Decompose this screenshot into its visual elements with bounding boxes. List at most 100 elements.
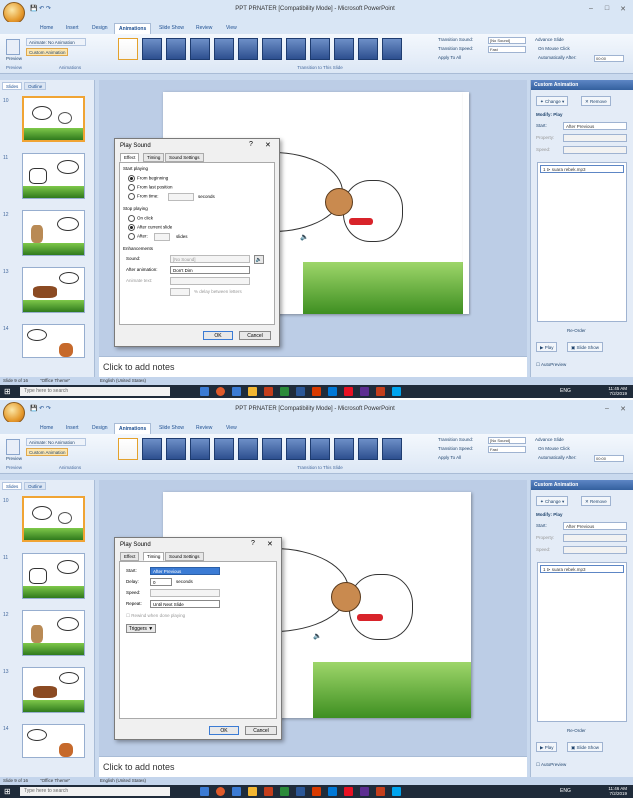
- app-icon[interactable]: [360, 387, 369, 396]
- slide-thumbnail[interactable]: [22, 153, 85, 199]
- task-view-icon[interactable]: [200, 787, 209, 796]
- dialog-close-button[interactable]: ✕: [267, 540, 273, 548]
- office-button[interactable]: [3, 2, 25, 24]
- tab-slides[interactable]: Slides: [2, 82, 23, 90]
- reorder-label[interactable]: Re-Order: [567, 328, 586, 333]
- app-icon[interactable]: [376, 387, 385, 396]
- transition-speed-dropdown[interactable]: Fast: [488, 446, 526, 453]
- rewind-checkbox[interactable]: ☐ Rewind when done playing: [126, 613, 185, 619]
- office-button[interactable]: [3, 402, 25, 424]
- windows-start-icon[interactable]: ⊞: [4, 787, 13, 796]
- close-button[interactable]: ✕: [616, 5, 630, 15]
- reorder-label[interactable]: Re-Order: [567, 728, 586, 733]
- word-icon[interactable]: [296, 387, 305, 396]
- tab-outline[interactable]: Outline: [24, 82, 47, 90]
- app-icon[interactable]: [376, 787, 385, 796]
- transition-wipe-left[interactable]: [334, 38, 354, 60]
- transition-push[interactable]: [358, 438, 378, 460]
- app-icon[interactable]: [344, 387, 353, 396]
- cancel-button[interactable]: Cancel: [239, 331, 271, 340]
- auto-after-time[interactable]: 00:00: [594, 55, 624, 62]
- powerpoint-icon[interactable]: [264, 387, 273, 396]
- transition-fade-black[interactable]: [166, 38, 186, 60]
- notes-pane[interactable]: Click to add notes: [99, 756, 527, 777]
- custom-animation-button[interactable]: Custom Animation: [26, 48, 68, 56]
- after-radio[interactable]: After:: [128, 233, 148, 240]
- slide-thumbnail[interactable]: [22, 610, 85, 656]
- minimize-button[interactable]: –: [600, 405, 614, 415]
- tab-review[interactable]: Review: [192, 23, 216, 34]
- transition-cut[interactable]: [190, 38, 210, 60]
- start-dropdown[interactable]: After Previous: [563, 522, 627, 530]
- apply-to-all-button[interactable]: Apply To All: [438, 455, 461, 462]
- tab-design[interactable]: Design: [88, 23, 112, 34]
- speed-field[interactable]: [563, 146, 627, 154]
- transition-wipe-down[interactable]: [262, 38, 282, 60]
- change-button[interactable]: ✦ Change ▾: [536, 496, 569, 506]
- cancel-button[interactable]: Cancel: [245, 726, 277, 735]
- transition-wipe-left[interactable]: [334, 438, 354, 460]
- delay-field[interactable]: 0: [150, 578, 172, 586]
- slide-thumbnail[interactable]: [22, 496, 85, 542]
- after-slides-field[interactable]: [154, 233, 170, 241]
- minimize-button[interactable]: –: [584, 5, 598, 15]
- tab-slides[interactable]: Slides: [2, 482, 23, 490]
- app-icon[interactable]: [312, 787, 321, 796]
- excel-icon[interactable]: [280, 787, 289, 796]
- transition-wipe-up[interactable]: [286, 438, 306, 460]
- app-icon[interactable]: [312, 387, 321, 396]
- slide-thumbnail[interactable]: [22, 553, 85, 599]
- property-field[interactable]: [563, 534, 627, 542]
- on-mouse-click-checkbox[interactable]: On Mouse Click: [538, 46, 570, 53]
- transition-cut[interactable]: [190, 438, 210, 460]
- tab-slide-show[interactable]: Slide Show: [155, 23, 188, 34]
- app-icon[interactable]: [328, 387, 337, 396]
- excel-icon[interactable]: [280, 387, 289, 396]
- transition-cover[interactable]: [382, 38, 402, 60]
- delay-letters-field[interactable]: [170, 288, 190, 296]
- slide-thumbnail[interactable]: [22, 667, 85, 713]
- sound-volume-button[interactable]: 🔈: [254, 255, 264, 264]
- transition-fade[interactable]: [142, 438, 162, 460]
- custom-animation-button[interactable]: Custom Animation: [26, 448, 68, 456]
- windows-start-icon[interactable]: ⊞: [4, 387, 13, 396]
- repeat-dropdown[interactable]: Until Next Slide: [150, 600, 220, 608]
- transition-sound-dropdown[interactable]: [No Sound]: [488, 437, 526, 444]
- tab-timing[interactable]: Timing: [143, 153, 165, 162]
- transition-dissolve[interactable]: [238, 38, 258, 60]
- on-click-radio[interactable]: On click: [128, 215, 153, 222]
- animate-text-dropdown[interactable]: [170, 277, 250, 285]
- word-icon[interactable]: [296, 787, 305, 796]
- transition-push[interactable]: [358, 38, 378, 60]
- transition-wipe-right[interactable]: [310, 38, 330, 60]
- tab-slide-show[interactable]: Slide Show: [155, 423, 188, 434]
- language-indicator[interactable]: ENG: [560, 388, 571, 394]
- ok-button[interactable]: OK: [209, 726, 239, 735]
- on-mouse-click-checkbox[interactable]: On Mouse Click: [538, 446, 570, 453]
- transition-fade[interactable]: [142, 38, 162, 60]
- start-dropdown[interactable]: After Previous: [563, 122, 627, 130]
- transition-wipe-right[interactable]: [310, 438, 330, 460]
- taskbar-search[interactable]: Type here to search: [20, 787, 170, 796]
- quick-access-toolbar[interactable]: 💾 ↶ ↷: [30, 5, 80, 15]
- slide-thumbnail[interactable]: [22, 96, 85, 142]
- transition-fade-black[interactable]: [166, 438, 186, 460]
- speed-field[interactable]: [563, 546, 627, 554]
- slide-show-button[interactable]: ▣ Slide Show: [567, 742, 604, 752]
- task-view-icon[interactable]: [200, 387, 209, 396]
- play-button[interactable]: ▶ Play: [536, 742, 558, 752]
- property-field[interactable]: [563, 134, 627, 142]
- slide-thumbnail[interactable]: [22, 724, 85, 758]
- from-time-radio[interactable]: From time:: [128, 193, 159, 200]
- transition-cut-black[interactable]: [214, 38, 234, 60]
- tab-effect[interactable]: Effect: [120, 552, 140, 561]
- tab-design[interactable]: Design: [88, 423, 112, 434]
- sound-icon[interactable]: 🔈: [313, 632, 322, 640]
- tab-effect[interactable]: Effect: [120, 153, 140, 162]
- start-dropdown[interactable]: After Previous: [150, 567, 220, 575]
- tab-sound-settings[interactable]: Sound Settings: [165, 552, 204, 561]
- slide-thumbnail[interactable]: [22, 324, 85, 358]
- powerpoint-icon[interactable]: [264, 787, 273, 796]
- app-icon[interactable]: [328, 787, 337, 796]
- help-button[interactable]: ?: [251, 540, 255, 547]
